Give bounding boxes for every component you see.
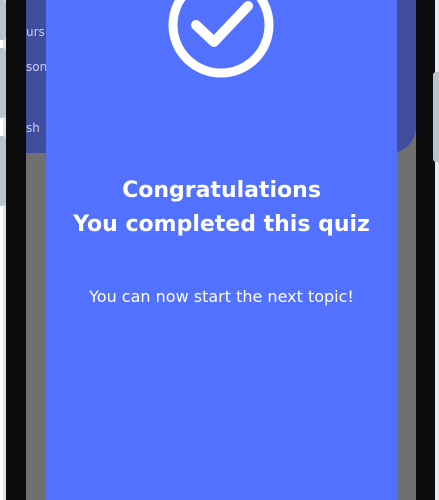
power-button	[433, 72, 439, 162]
background-label-1: urs	[26, 25, 45, 39]
quiz-complete-dialog: Congratulations You completed this quiz …	[46, 0, 397, 500]
phone-bezel-left	[6, 0, 26, 500]
dialog-title-line-2: You completed this quiz	[73, 212, 370, 237]
dialog-title: Congratulations You completed this quiz	[46, 174, 397, 242]
background-label-2: son	[26, 60, 48, 74]
background-label-3: sh	[26, 121, 40, 135]
checkmark-circle-icon	[168, 0, 274, 78]
dialog-message: You can now start the next topic!	[89, 287, 354, 306]
dialog-title-line-1: Congratulations	[122, 178, 321, 203]
phone-screen: urs son sh Congratulations You completed…	[26, 0, 416, 500]
